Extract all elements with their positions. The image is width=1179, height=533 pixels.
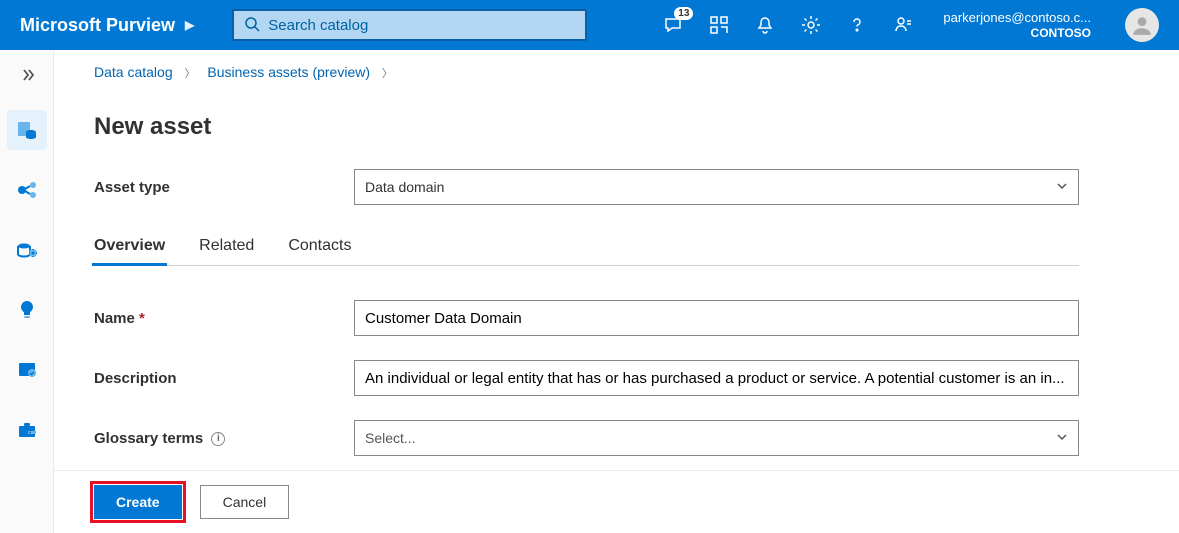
main-panel: Data catalog 〉 Business assets (preview)… [54, 50, 1179, 533]
chevron-right-icon: 〉 [177, 68, 204, 80]
nav-data-share[interactable] [7, 230, 47, 270]
tab-related[interactable]: Related [199, 229, 254, 265]
chevron-right-icon: 〉 [374, 68, 401, 80]
scan-icon[interactable] [709, 15, 729, 35]
gear-icon[interactable] [801, 15, 821, 35]
help-icon[interactable] [847, 15, 867, 35]
glossary-placeholder: Select... [365, 430, 416, 446]
field-description: Description [94, 360, 1079, 396]
nav-management[interactable] [7, 410, 47, 450]
expand-nav-button[interactable] [7, 60, 47, 90]
breadcrumb-data-catalog[interactable]: Data catalog [94, 64, 173, 80]
asset-type-dropdown[interactable]: Data domain [354, 169, 1079, 205]
field-asset-type: Asset type Data domain [94, 169, 1079, 205]
brand-label: Microsoft Purview [20, 15, 175, 36]
field-glossary-terms: Glossary terms i Select... [94, 420, 1079, 456]
required-marker: * [139, 310, 145, 327]
search-icon [244, 16, 260, 35]
description-input[interactable] [354, 360, 1079, 396]
create-button[interactable]: Create [94, 485, 182, 519]
bell-icon[interactable] [755, 15, 775, 35]
nav-data-map[interactable] [7, 170, 47, 210]
feedback-icon[interactable] [893, 15, 913, 35]
search-box[interactable] [232, 9, 587, 41]
nav-data-catalog[interactable] [7, 110, 47, 150]
breadcrumb-business-assets[interactable]: Business assets (preview) [207, 64, 370, 80]
header-bar: Microsoft Purview ▶ 13 pa [0, 0, 1179, 50]
notification-badge: 13 [674, 7, 693, 20]
breadcrumb: Data catalog 〉 Business assets (preview)… [54, 50, 1179, 85]
nav-policy[interactable] [7, 350, 47, 390]
name-input[interactable] [354, 300, 1079, 336]
tab-overview[interactable]: Overview [94, 229, 165, 265]
asset-type-label: Asset type [94, 179, 354, 196]
chevron-right-icon: ▶ [185, 18, 194, 32]
glossary-label: Glossary terms i [94, 430, 354, 447]
chat-icon[interactable]: 13 [663, 15, 683, 35]
info-icon[interactable]: i [211, 432, 225, 446]
glossary-dropdown[interactable]: Select... [354, 420, 1079, 456]
tab-contacts[interactable]: Contacts [288, 229, 351, 265]
cancel-button[interactable]: Cancel [200, 485, 290, 519]
footer-actions: Create Cancel [54, 470, 1179, 533]
search-input[interactable] [268, 17, 575, 34]
nav-insights[interactable] [7, 290, 47, 330]
page-title: New asset [94, 113, 1079, 141]
field-name: Name * [94, 300, 1079, 336]
chevron-down-icon [1056, 431, 1068, 446]
header-icons: 13 parkerjones@contoso.c... CONTOSO [663, 8, 1179, 42]
tab-bar: Overview Related Contacts [94, 229, 1079, 266]
avatar[interactable] [1125, 8, 1159, 42]
description-label: Description [94, 370, 354, 387]
user-block[interactable]: parkerjones@contoso.c... CONTOSO [943, 10, 1091, 40]
name-label: Name * [94, 310, 354, 327]
brand[interactable]: Microsoft Purview ▶ [0, 15, 202, 36]
user-email: parkerjones@contoso.c... [943, 10, 1091, 26]
chevron-down-icon [1056, 180, 1068, 195]
asset-type-value: Data domain [365, 179, 444, 195]
user-company: CONTOSO [1031, 26, 1091, 40]
left-nav-rail [0, 50, 54, 533]
